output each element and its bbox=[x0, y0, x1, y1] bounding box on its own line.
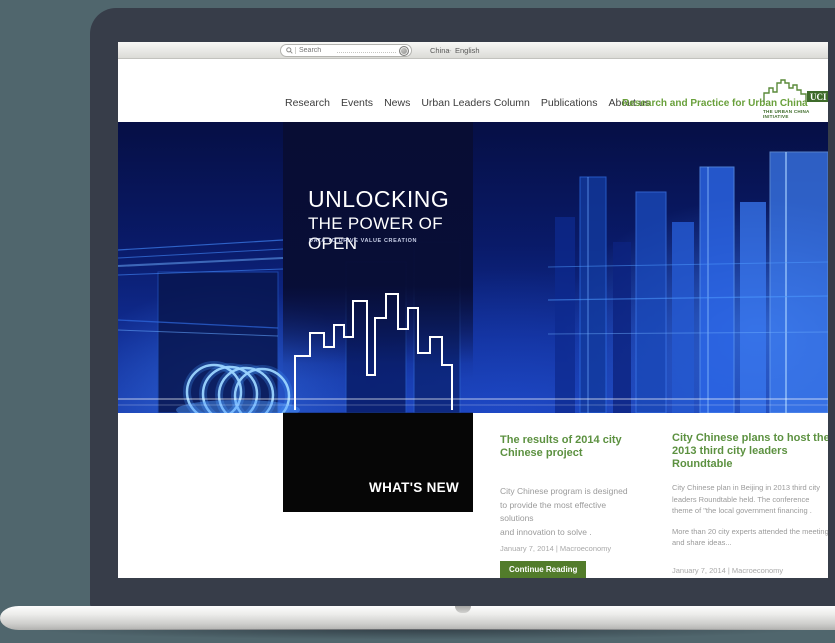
article-title-left[interactable]: The results of 2014 city Chinese project bbox=[500, 434, 655, 460]
laptop-mockup: China - English Research Events News Urb… bbox=[0, 0, 835, 643]
language-link-english[interactable]: English bbox=[455, 46, 480, 55]
search-divider bbox=[295, 47, 296, 54]
laptop-base bbox=[0, 606, 835, 630]
nav-item-events[interactable]: Events bbox=[341, 97, 373, 109]
uci-logo[interactable]: UCI THE URBAN CHINA INITIATIVE bbox=[763, 76, 828, 119]
logo-caption: THE URBAN CHINA INITIATIVE bbox=[763, 109, 828, 119]
nav-item-publications[interactable]: Publications bbox=[541, 97, 598, 109]
city-skyline-outline-icon bbox=[283, 122, 473, 422]
continue-reading-button[interactable]: Continue Reading bbox=[500, 561, 586, 578]
search-box[interactable] bbox=[280, 44, 412, 57]
hero-banner bbox=[118, 122, 828, 413]
browser-screen: China - English Research Events News Urb… bbox=[118, 42, 828, 578]
article-title-right[interactable]: City Chinese plans to host the 2013 thir… bbox=[672, 432, 828, 471]
site-toolbar: China - English bbox=[118, 42, 828, 59]
nav-item-news[interactable]: News bbox=[384, 97, 410, 109]
search-icon bbox=[286, 47, 293, 54]
uci-logo-icon: UCI bbox=[763, 76, 828, 103]
language-separator: - bbox=[449, 46, 452, 55]
hero-cityscape-art bbox=[118, 122, 828, 413]
hero-subtitle: DATA TO DRIVE VALUE CREATION bbox=[309, 238, 417, 244]
search-dotted-leader bbox=[337, 52, 396, 53]
featured-slide-panel: UNLOCKING THE POWER OF OPEN DATA TO DRIV… bbox=[283, 122, 473, 512]
search-go-button[interactable] bbox=[399, 46, 409, 56]
svg-text:UCI: UCI bbox=[810, 92, 827, 102]
whats-new-label: WHAT'S NEW bbox=[369, 480, 459, 495]
article-meta-right: January 7, 2014 | Macroeconomy bbox=[672, 566, 783, 575]
nav-item-urban-leaders-column[interactable]: Urban Leaders Column bbox=[421, 97, 530, 109]
laptop-shadow bbox=[0, 629, 835, 643]
article-right-paragraph-2: More than 20 city experts attended the m… bbox=[672, 526, 828, 549]
hero-title-line1: UNLOCKING bbox=[308, 186, 449, 213]
article-meta-left: January 7, 2014 | Macroeconomy bbox=[500, 544, 611, 553]
main-navigation: Research Events News Urban Leaders Colum… bbox=[285, 97, 650, 109]
article-right-paragraph-1: City Chinese plan in Beijing in 2013 thi… bbox=[672, 482, 828, 517]
article-body-left: City Chinese program is designed to prov… bbox=[500, 485, 660, 539]
nav-item-research[interactable]: Research bbox=[285, 97, 330, 109]
hero-title-line2: THE POWER OF OPEN bbox=[308, 214, 473, 254]
search-input[interactable] bbox=[299, 47, 337, 54]
language-link-china[interactable]: China bbox=[430, 46, 450, 55]
article-body-right: City Chinese plan in Beijing in 2013 thi… bbox=[672, 482, 828, 549]
